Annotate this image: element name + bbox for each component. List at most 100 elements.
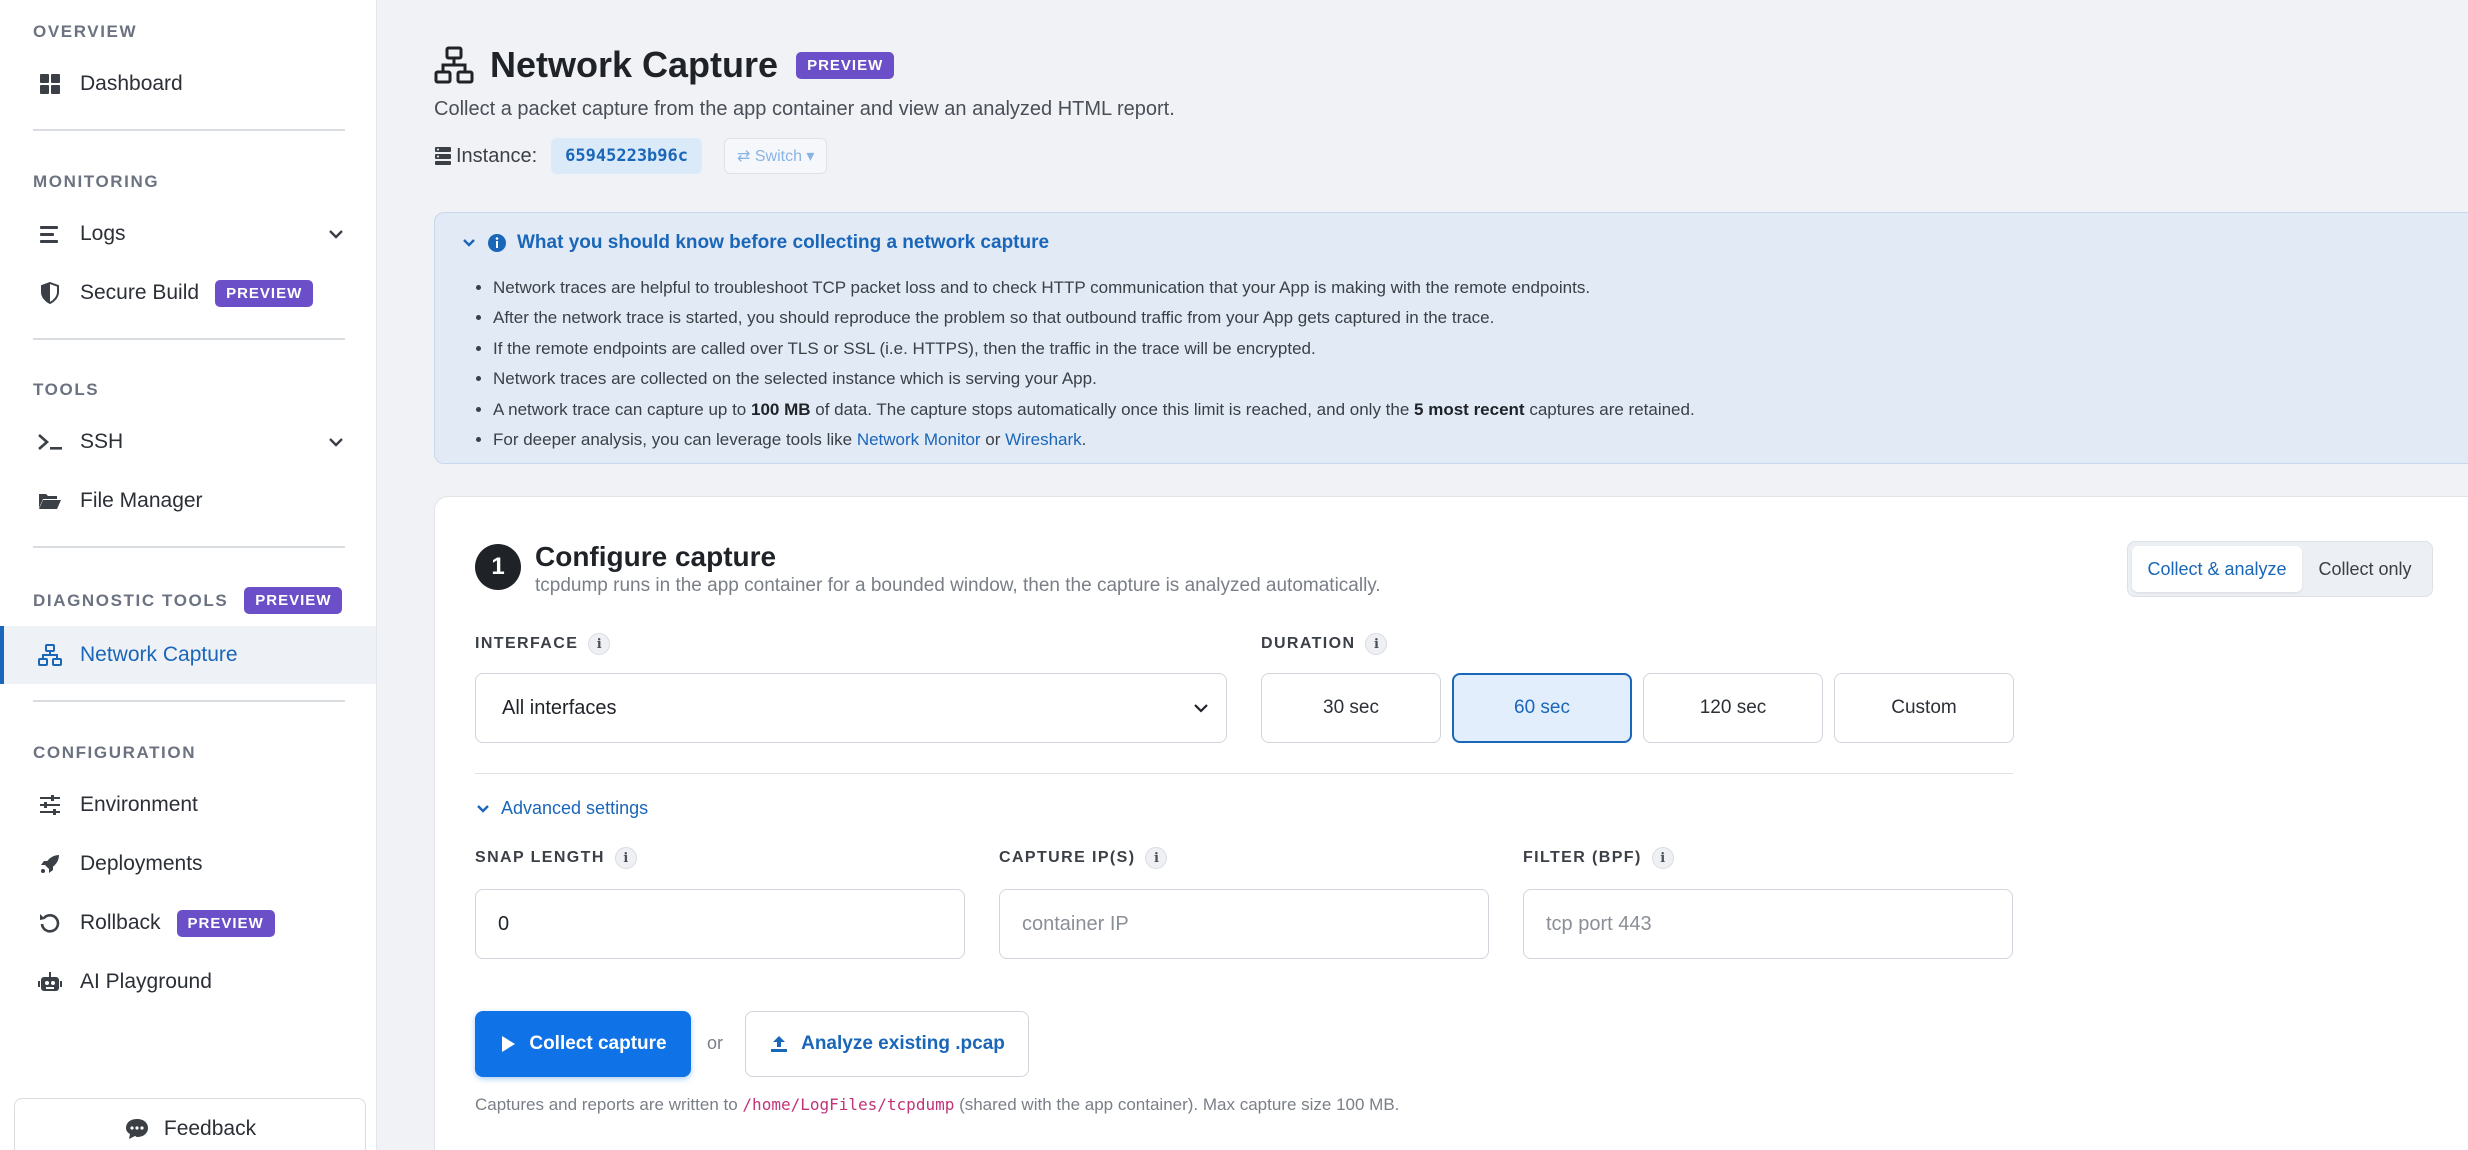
feedback-button[interactable]: Feedback [14, 1098, 366, 1150]
sidebar-item-environment[interactable]: Environment [0, 776, 376, 834]
text: A network trace can capture up to [493, 399, 751, 419]
sidebar-item-file-manager[interactable]: File Manager [0, 472, 376, 530]
page-header: Network Capture PREVIEW [434, 44, 895, 86]
switch-instance-button[interactable]: ⇄ Switch ▾ [724, 138, 828, 174]
chevron-down-icon[interactable] [326, 432, 346, 452]
label-text: INTERFACE [475, 635, 579, 652]
network-monitor-link[interactable]: Network Monitor [857, 430, 981, 449]
info-panel: What you should know before collecting a… [434, 212, 2468, 464]
text: . [1081, 429, 1087, 449]
divider [33, 546, 345, 548]
folder-open-icon [36, 487, 64, 515]
divider [33, 700, 345, 702]
info-panel-title: What you should know before collecting a… [517, 232, 1050, 253]
sidebar-item-ssh[interactable]: SSH [0, 413, 376, 471]
preview-badge: PREVIEW [215, 279, 314, 307]
button-label: Analyze existing .pcap [801, 1033, 1005, 1054]
snap-length-input[interactable] [475, 889, 965, 959]
preview-badge: PREVIEW [176, 909, 275, 937]
play-icon [502, 1036, 516, 1052]
text: captures are retained. [1524, 399, 1695, 419]
rocket-icon [36, 850, 64, 878]
sidebar-item-network-capture[interactable]: Network Capture [0, 626, 376, 684]
path-code: /home/LogFiles/tcpdump [742, 1095, 955, 1114]
info-list: Network traces are helpful to troublesho… [493, 273, 1695, 455]
preview-badge: PREVIEW [796, 51, 895, 79]
server-icon [435, 147, 451, 165]
select-value: All interfaces [502, 696, 617, 719]
collect-only-option[interactable]: Collect only [2302, 546, 2428, 592]
text-bold: 100 MB [750, 399, 811, 419]
divider [33, 129, 345, 131]
interface-label: INTERFACE i [475, 633, 611, 655]
snap-length-label: SNAP LENGTH i [475, 847, 637, 869]
label-text: FILTER (BPF) [1523, 849, 1642, 866]
sidebar-item-deployments[interactable]: Deployments [0, 835, 376, 893]
section-configuration: CONFIGURATION [33, 743, 197, 762]
capture-ip-input[interactable] [999, 889, 1489, 959]
duration-120-button[interactable]: 120 sec [1643, 673, 1823, 743]
network-icon [434, 46, 474, 84]
card-subtitle: tcpdump runs in the app container for a … [535, 575, 1381, 596]
info-panel-toggle[interactable]: What you should know before collecting a… [461, 232, 1049, 254]
info-icon[interactable]: i [1365, 633, 1388, 655]
chevron-down-icon[interactable] [326, 224, 346, 244]
feedback-label: Feedback [163, 1117, 257, 1140]
page-title: Network Capture [490, 44, 779, 85]
info-icon[interactable]: i [588, 633, 611, 655]
sidebar-item-ai-playground[interactable]: AI Playground [0, 953, 376, 1011]
section-diagnostic-tools: DIAGNOSTIC TOOLS PREVIEW [33, 587, 343, 614]
text: (shared with the app container). Max cap… [954, 1095, 1400, 1114]
robot-icon [36, 968, 64, 996]
upload-icon [771, 1036, 788, 1052]
sidebar-item-rollback[interactable]: Rollback PREVIEW [0, 894, 376, 952]
chevron-down-icon [461, 235, 477, 251]
label-text: CAPTURE IP(S) [999, 849, 1136, 866]
filter-bpf-input[interactable] [1523, 889, 2013, 959]
capture-ip-label: CAPTURE IP(S) i [999, 847, 1168, 869]
card-title: Configure capture [535, 541, 777, 572]
advanced-settings-toggle[interactable]: Advanced settings [475, 798, 648, 819]
info-icon[interactable]: i [1651, 847, 1674, 869]
configure-capture-card: 1 Configure capture tcpdump runs in the … [434, 496, 2468, 1150]
section-tools: TOOLS [33, 380, 100, 399]
interface-select[interactable]: All interfaces [475, 673, 1227, 743]
sidebar-item-label: Network Capture [80, 643, 238, 666]
text: of data. The capture stops automatically… [810, 399, 1415, 419]
sidebar-item-label: Environment [80, 793, 198, 816]
wireshark-link[interactable]: Wireshark [1005, 430, 1082, 449]
instance-id-badge: 65945223b96c [551, 138, 702, 174]
text: Captures and reports are written to [475, 1095, 743, 1114]
text: or [980, 429, 1006, 449]
info-icon[interactable]: i [614, 847, 637, 869]
shield-icon [36, 279, 64, 307]
divider [33, 338, 345, 340]
divider [475, 773, 2013, 774]
step-number: 1 [475, 544, 521, 590]
duration-custom-button[interactable]: Custom [1834, 673, 2014, 743]
instance-row: Instance: 65945223b96c ⇄ Switch ▾ [434, 138, 828, 174]
duration-60-button[interactable]: 60 sec [1452, 673, 1632, 743]
label-text: DURATION [1261, 635, 1356, 652]
sidebar-item-label: Logs [80, 222, 126, 245]
duration-30-button[interactable]: 30 sec [1261, 673, 1441, 743]
network-icon [36, 641, 64, 669]
analyze-pcap-button[interactable]: Analyze existing .pcap [745, 1011, 1029, 1077]
page-subtitle: Collect a packet capture from the app co… [434, 98, 1175, 120]
dashboard-icon [36, 70, 64, 98]
sidebar-item-label: Rollback [80, 911, 161, 934]
sidebar-item-dashboard[interactable]: Dashboard [0, 55, 376, 113]
info-icon[interactable]: i [1145, 847, 1168, 869]
sidebar-item-label: Deployments [80, 852, 203, 875]
collect-capture-button[interactable]: Collect capture [475, 1011, 691, 1077]
main-content: Network Capture PREVIEW Collect a packet… [378, 0, 2468, 1150]
collect-analyze-option[interactable]: Collect & analyze [2132, 546, 2302, 592]
list-icon [36, 220, 64, 248]
chevron-down-icon [477, 804, 489, 813]
sidebar-item-secure-build[interactable]: Secure Build PREVIEW [0, 264, 376, 322]
sidebar-item-label: Dashboard [80, 72, 183, 95]
list-item: A network trace can capture up to 100 MB… [493, 395, 1695, 425]
button-label: Collect capture [529, 1033, 667, 1054]
filter-bpf-label: FILTER (BPF) i [1523, 847, 1674, 869]
sidebar-item-logs[interactable]: Logs [0, 205, 376, 263]
